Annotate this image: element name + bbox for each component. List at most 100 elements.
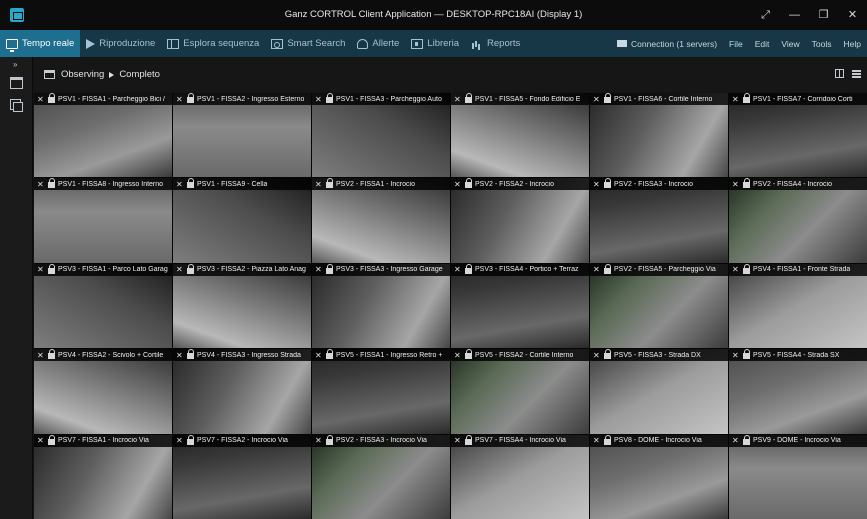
lock-icon[interactable] <box>187 349 194 360</box>
menu-riproduzione[interactable]: Riproduzione <box>80 30 161 57</box>
camera-tile[interactable]: ✕ PSV1 - FISSA2 - Ingresso Esterno <box>173 93 311 178</box>
camera-tile[interactable]: ✕ PSV1 - FISSA5 - Fondo Edificio E <box>451 93 589 178</box>
camera-tile[interactable]: ✕ PSV5 - FISSA1 - Ingresso Retro + <box>312 349 450 434</box>
close-tile-icon[interactable]: ✕ <box>315 180 324 189</box>
close-tile-icon[interactable]: ✕ <box>593 265 602 274</box>
camera-tile[interactable]: ✕ PSV4 - FISSA3 - Ingresso Strada <box>173 349 311 434</box>
lock-icon[interactable] <box>48 263 55 274</box>
camera-tile[interactable]: ✕ PSV5 - FISSA2 - Cortile Interno <box>451 349 589 434</box>
lock-icon[interactable] <box>48 93 55 103</box>
close-tile-icon[interactable]: ✕ <box>315 265 324 274</box>
close-tile-icon[interactable]: ✕ <box>454 265 463 274</box>
close-tile-icon[interactable]: ✕ <box>37 265 46 274</box>
lock-icon[interactable] <box>465 434 472 445</box>
camera-tile[interactable]: ✕ PSV8 - DOME - Incrocio Via <box>590 434 728 519</box>
camera-tile[interactable]: ✕ PSV1 - FISSA6 - Cortile Interno <box>590 93 728 178</box>
lock-icon[interactable] <box>48 178 55 189</box>
minimize-icon[interactable]: — <box>780 0 809 30</box>
close-tile-icon[interactable]: ✕ <box>593 180 602 189</box>
camera-tile[interactable]: ✕ PSV1 - FISSA7 - Corridoio Corti <box>729 93 867 178</box>
close-tile-icon[interactable]: ✕ <box>454 180 463 189</box>
close-tile-icon[interactable]: ✕ <box>593 436 602 445</box>
lock-icon[interactable] <box>326 263 333 274</box>
menu-tempo-reale[interactable]: Tempo reale <box>0 30 81 57</box>
close-tile-icon[interactable]: ✕ <box>732 351 741 360</box>
breadcrumb-current[interactable]: Completo <box>119 69 160 80</box>
camera-tile[interactable]: ✕ PSV5 - FISSA3 - Strada DX <box>590 349 728 434</box>
close-tile-icon[interactable]: ✕ <box>176 351 185 360</box>
camera-tile[interactable]: ✕ PSV2 - FISSA2 - Incrocio <box>451 178 589 263</box>
close-tile-icon[interactable]: ✕ <box>454 351 463 360</box>
close-tile-icon[interactable]: ✕ <box>732 265 741 274</box>
restore-icon[interactable]: ❐ <box>809 0 838 30</box>
lock-icon[interactable] <box>48 434 55 445</box>
lock-icon[interactable] <box>743 263 750 274</box>
expand-icon[interactable]: ⤢ <box>751 0 780 30</box>
menu-view[interactable]: View <box>775 30 805 57</box>
camera-tile[interactable]: ✕ PSV1 - FISSA9 - Cella <box>173 178 311 263</box>
lock-icon[interactable] <box>326 178 333 189</box>
lock-icon[interactable] <box>187 93 194 103</box>
close-icon[interactable]: ✕ <box>838 0 867 30</box>
camera-tile[interactable]: ✕ PSV5 - FISSA4 - Strada SX <box>729 349 867 434</box>
camera-tile[interactable]: ✕ PSV2 - FISSA3 - Incrocio Via <box>312 434 450 519</box>
lock-icon[interactable] <box>326 434 333 445</box>
camera-tile[interactable]: ✕ PSV7 - FISSA1 - Incrocio Via <box>34 434 172 519</box>
lock-icon[interactable] <box>465 263 472 274</box>
lock-icon[interactable] <box>604 178 611 189</box>
close-tile-icon[interactable]: ✕ <box>315 436 324 445</box>
camera-tile[interactable]: ✕ PSV1 - FISSA1 - Parcheggio Bici / <box>34 93 172 178</box>
camera-tile[interactable]: ✕ PSV3 - FISSA4 - Portico + Terraz <box>451 263 589 349</box>
camera-tile[interactable]: ✕ PSV2 - FISSA1 - Incrocio <box>312 178 450 263</box>
close-tile-icon[interactable]: ✕ <box>176 180 185 189</box>
close-tile-icon[interactable]: ✕ <box>176 436 185 445</box>
camera-tile[interactable]: ✕ PSV4 - FISSA2 - Scivolo + Cortile <box>34 349 172 434</box>
menu-allerte[interactable]: Allerte <box>351 30 405 57</box>
camera-tile[interactable]: ✕ PSV1 - FISSA3 - Parcheggio Auto <box>312 93 450 178</box>
lock-icon[interactable] <box>326 93 333 103</box>
camera-tile[interactable]: ✕ PSV3 - FISSA1 - Parco Lato Garag <box>34 263 172 349</box>
close-tile-icon[interactable]: ✕ <box>37 95 46 104</box>
lock-icon[interactable] <box>743 93 750 103</box>
lock-icon[interactable] <box>604 93 611 103</box>
lock-icon[interactable] <box>187 434 194 445</box>
close-tile-icon[interactable]: ✕ <box>176 265 185 274</box>
lock-icon[interactable] <box>743 434 750 445</box>
close-tile-icon[interactable]: ✕ <box>37 436 46 445</box>
camera-tile[interactable]: ✕ PSV9 - DOME - Incrocio Via <box>729 434 867 519</box>
lock-icon[interactable] <box>743 178 750 189</box>
breadcrumb-root[interactable]: Observing <box>61 69 104 80</box>
close-tile-icon[interactable]: ✕ <box>315 95 324 104</box>
layouts-icon[interactable] <box>9 98 23 112</box>
close-tile-icon[interactable]: ✕ <box>732 436 741 445</box>
close-tile-icon[interactable]: ✕ <box>315 351 324 360</box>
lock-icon[interactable] <box>465 93 472 103</box>
close-tile-icon[interactable]: ✕ <box>176 95 185 104</box>
camera-tile[interactable]: ✕ PSV7 - FISSA4 - Incrocio Via <box>451 434 589 519</box>
menu-tools[interactable]: Tools <box>806 30 838 57</box>
menu-help[interactable]: Help <box>838 30 867 57</box>
close-tile-icon[interactable]: ✕ <box>593 351 602 360</box>
camera-tile[interactable]: ✕ PSV2 - FISSA3 - Incrocio <box>590 178 728 263</box>
camera-tile[interactable]: ✕ PSV3 - FISSA2 - Piazza Lato Anag <box>173 263 311 349</box>
lock-icon[interactable] <box>48 349 55 360</box>
menu-esplora-sequenza[interactable]: Esplora sequenza <box>161 30 265 57</box>
close-tile-icon[interactable]: ✕ <box>732 180 741 189</box>
close-tile-icon[interactable]: ✕ <box>454 436 463 445</box>
camera-tile[interactable]: ✕ PSV2 - FISSA5 - Parcheggio Via <box>590 263 728 349</box>
camera-grid-icon[interactable] <box>9 75 23 89</box>
expand-sidebar-icon[interactable]: » <box>13 60 27 72</box>
close-tile-icon[interactable]: ✕ <box>37 180 46 189</box>
camera-tile[interactable]: ✕ PSV3 - FISSA3 - Ingresso Garage <box>312 263 450 349</box>
camera-tile[interactable]: ✕ PSV4 - FISSA1 - Fronte Strada <box>729 263 867 349</box>
close-tile-icon[interactable]: ✕ <box>454 95 463 104</box>
hamburger-menu-icon[interactable] <box>852 69 861 78</box>
menu-edit[interactable]: Edit <box>749 30 776 57</box>
camera-tile[interactable]: ✕ PSV7 - FISSA2 - Incrocio Via <box>173 434 311 519</box>
close-tile-icon[interactable]: ✕ <box>37 351 46 360</box>
camera-tile[interactable]: ✕ PSV1 - FISSA8 - Ingresso Interno <box>34 178 172 263</box>
camera-tile[interactable]: ✕ PSV2 - FISSA4 - Incrocio <box>729 178 867 263</box>
split-view-icon[interactable] <box>835 69 844 78</box>
close-tile-icon[interactable]: ✕ <box>732 95 741 104</box>
close-tile-icon[interactable]: ✕ <box>593 95 602 104</box>
